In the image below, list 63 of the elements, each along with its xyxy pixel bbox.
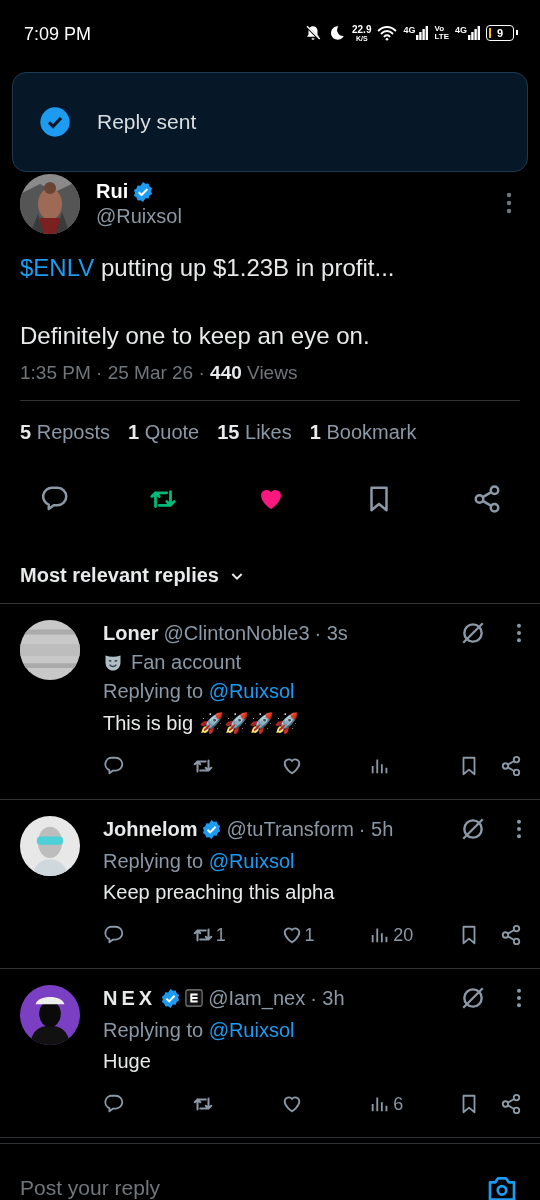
more-icon[interactable] — [516, 623, 522, 643]
stat-link[interactable]: 5 Reposts — [20, 421, 111, 444]
share-icon[interactable] — [472, 484, 502, 514]
display-name: Rui — [96, 180, 129, 203]
moon-icon — [328, 24, 346, 42]
views-button[interactable]: 6 — [369, 1093, 458, 1115]
timestamp: · 3s — [314, 621, 348, 645]
signal-icon — [468, 26, 480, 40]
post-text: Definitely one to keep an eye on. — [20, 321, 371, 351]
grok-icon[interactable] — [460, 985, 486, 1011]
cashtag-link[interactable]: $ENLV — [20, 254, 95, 281]
comment-icon — [103, 924, 125, 946]
stat-link[interactable]: 15 Likes — [217, 421, 292, 444]
username: @tuTransform — [226, 817, 354, 841]
check-circle-icon — [39, 106, 71, 138]
post-metadata: 1:35 PM · 25 Mar 26 · 440 Views — [20, 362, 299, 384]
reply-text: This is big 🚀🚀🚀🚀 — [103, 711, 300, 735]
post-text: $ENLV putting up $1.23B in profit... — [20, 253, 396, 283]
views-button[interactable]: 20 — [369, 924, 458, 946]
display-name: Loner — [103, 621, 159, 645]
more-icon[interactable] — [506, 192, 512, 214]
signal-icon — [416, 26, 429, 40]
timestamp: · 5h — [358, 817, 394, 841]
share-icon[interactable] — [500, 924, 522, 946]
repost-button[interactable]: 1 — [191, 924, 281, 946]
bell-off-icon — [304, 24, 322, 42]
sort-dropdown[interactable]: Most relevant replies — [20, 564, 245, 587]
display-name: Johnelom — [103, 817, 198, 841]
network-speed: 22.9 — [352, 24, 372, 35]
more-icon[interactable] — [516, 988, 522, 1008]
stat-link[interactable]: 1 Bookmark — [309, 421, 417, 444]
replying-to-text: Replying to @Ruixsol — [103, 850, 296, 873]
reply-text: Huge — [103, 1050, 152, 1073]
username: @Ruixsol — [96, 205, 182, 228]
replying-to-text: Replying to @Ruixsol — [103, 680, 296, 703]
network-type: 4G — [455, 26, 467, 35]
volte-label: Vo — [434, 25, 446, 33]
battery-level: 9 — [496, 27, 504, 39]
reply-input-field[interactable]: Post your reply — [20, 1170, 474, 1200]
grok-icon[interactable] — [460, 816, 486, 842]
timestamp: · 3h — [310, 986, 345, 1010]
comment-icon — [103, 1093, 125, 1115]
display-name: NEX — [103, 986, 157, 1010]
reply-text: Keep preaching this alpha — [103, 881, 336, 904]
clock-time: 7:09 PM — [24, 24, 92, 45]
grok-icon[interactable] — [460, 620, 486, 646]
share-icon[interactable] — [500, 755, 522, 777]
username: @Iam_nex — [208, 986, 306, 1010]
mention-link[interactable]: @Ruixsol — [208, 850, 295, 872]
network-type: 4G — [403, 26, 416, 35]
username: @ClintonNoble3 — [163, 621, 310, 645]
more-icon[interactable] — [516, 819, 522, 839]
share-icon[interactable] — [500, 1093, 522, 1115]
toast-message: Reply sent — [97, 110, 197, 134]
wifi-icon — [377, 24, 398, 42]
mention-link[interactable]: @Ruixsol — [208, 1019, 295, 1041]
mention-link[interactable]: @Ruixsol — [208, 680, 295, 702]
account-label: Fan account — [131, 651, 242, 674]
comment-icon — [103, 755, 125, 777]
like-button[interactable]: 1 — [280, 924, 370, 946]
volte-label: LTE — [434, 33, 449, 41]
replying-to-text: Replying to @Ruixsol — [103, 1019, 296, 1042]
stat-link[interactable]: 1 Quote — [128, 421, 200, 444]
